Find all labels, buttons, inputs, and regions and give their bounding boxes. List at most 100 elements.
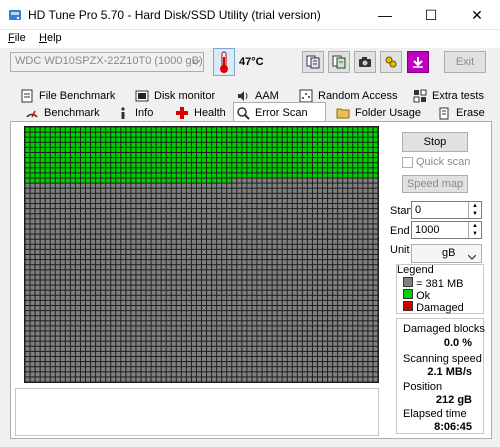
scan-block-ok xyxy=(91,137,96,142)
tab-folder-usage[interactable]: Folder Usage xyxy=(334,104,421,121)
close-button[interactable]: ✕ xyxy=(454,0,500,30)
scan-block-unscanned xyxy=(141,346,146,351)
options-icon[interactable] xyxy=(380,51,402,73)
scan-block-unscanned xyxy=(207,229,212,234)
scan-block-ok xyxy=(181,132,186,137)
scan-block-unscanned xyxy=(207,255,212,260)
scan-block-ok xyxy=(373,147,378,152)
scan-block-unscanned xyxy=(55,306,60,311)
speed-map-button[interactable]: Speed map xyxy=(402,175,468,193)
maximize-button[interactable]: ☐ xyxy=(408,0,454,30)
scan-block-ok xyxy=(146,132,151,137)
scan-block-unscanned xyxy=(161,321,166,326)
scan-block-ok xyxy=(302,153,307,158)
scan-block-unscanned xyxy=(181,239,186,244)
tab-benchmark[interactable]: Benchmark xyxy=(23,104,100,121)
scan-block-unscanned xyxy=(141,204,146,209)
scan-block-unscanned xyxy=(373,290,378,295)
quick-scan-checkbox[interactable] xyxy=(402,157,413,168)
scan-block-unscanned xyxy=(60,219,65,224)
scan-block-unscanned xyxy=(348,346,353,351)
scan-block-unscanned xyxy=(121,377,126,382)
tab-error-scan[interactable]: Error Scan xyxy=(233,102,326,122)
spin-down-icon[interactable]: ▼ xyxy=(468,210,481,218)
copy-info-icon[interactable] xyxy=(302,51,324,73)
menu-file[interactable]: File xyxy=(8,32,26,44)
scan-block-ok xyxy=(328,127,333,132)
scan-block-unscanned xyxy=(333,351,338,356)
scan-block-unscanned xyxy=(373,214,378,219)
scan-block-unscanned xyxy=(171,234,176,239)
scan-block-unscanned xyxy=(282,219,287,224)
scan-block-unscanned xyxy=(70,234,75,239)
scan-block-unscanned xyxy=(30,275,35,280)
scan-block-unscanned xyxy=(353,362,358,367)
scan-block-unscanned xyxy=(106,219,111,224)
scan-block-unscanned xyxy=(186,260,191,265)
scan-block-ok xyxy=(212,132,217,137)
scan-block-unscanned xyxy=(247,336,252,341)
scan-block-unscanned xyxy=(232,249,237,254)
file-benchmark-icon xyxy=(20,89,34,103)
minimize-button[interactable]: — xyxy=(362,0,408,30)
scan-block-ok xyxy=(247,137,252,142)
scan-block-unscanned xyxy=(227,270,232,275)
tab-info[interactable]: Info xyxy=(114,104,153,121)
scan-block-ok xyxy=(40,142,45,147)
scan-block-ok xyxy=(176,158,181,163)
scan-block-unscanned xyxy=(247,321,252,326)
tab-health[interactable]: Health xyxy=(173,104,226,121)
scan-block-unscanned xyxy=(75,372,80,377)
scan-block-ok xyxy=(151,142,156,147)
tab-extra-tests[interactable]: Extra tests xyxy=(411,87,484,104)
scan-block-unscanned xyxy=(257,209,262,214)
scan-block-unscanned xyxy=(323,224,328,229)
spin-down-icon[interactable]: ▼ xyxy=(468,230,481,238)
scan-block-ok xyxy=(166,142,171,147)
scan-block-unscanned xyxy=(237,198,242,203)
scan-block-ok xyxy=(287,173,292,178)
scan-block-unscanned xyxy=(232,214,237,219)
tab-file-benchmark[interactable]: File Benchmark xyxy=(18,87,115,104)
scan-block-unscanned xyxy=(328,270,333,275)
download-icon[interactable] xyxy=(407,51,429,73)
tab-disk-monitor[interactable]: Disk monitor xyxy=(133,87,215,104)
exit-button[interactable]: Exit xyxy=(444,51,486,73)
save-icon[interactable] xyxy=(328,51,350,73)
scan-block-unscanned xyxy=(126,209,131,214)
scan-block-unscanned xyxy=(328,234,333,239)
scan-block-unscanned xyxy=(30,265,35,270)
spin-up-icon[interactable]: ▲ xyxy=(468,202,481,210)
screenshot-icon[interactable] xyxy=(354,51,376,73)
drive-select[interactable]: WDC WD10SPZX-22Z10T0 (1000 gB) xyxy=(10,52,204,72)
scan-block-unscanned xyxy=(363,295,368,300)
scan-block-unscanned xyxy=(353,280,358,285)
scan-block-unscanned xyxy=(292,204,297,209)
unit-select[interactable]: gB xyxy=(411,244,482,263)
scan-block-unscanned xyxy=(312,362,317,367)
scan-block-unscanned xyxy=(116,234,121,239)
menu-help[interactable]: Help xyxy=(39,32,62,44)
scan-block-ok xyxy=(161,158,166,163)
scan-block-unscanned xyxy=(91,285,96,290)
scan-block-unscanned xyxy=(257,321,262,326)
scan-block-ok xyxy=(237,132,242,137)
spin-up-icon[interactable]: ▲ xyxy=(468,222,481,230)
scan-block-unscanned xyxy=(247,209,252,214)
scan-block-unscanned xyxy=(302,372,307,377)
scan-block-ok xyxy=(136,153,141,158)
scan-block-unscanned xyxy=(176,224,181,229)
scan-block-unscanned xyxy=(237,239,242,244)
scan-block-unscanned xyxy=(207,219,212,224)
chevron-down-icon[interactable] xyxy=(187,52,204,72)
start-field[interactable]: 0 ▲ ▼ xyxy=(411,201,482,219)
scan-block-unscanned xyxy=(40,183,45,188)
scan-block-unscanned xyxy=(358,183,363,188)
tab-erase[interactable]: Erase xyxy=(435,104,485,121)
scan-block-unscanned xyxy=(65,300,70,305)
stop-button[interactable]: Stop xyxy=(402,132,468,152)
scan-block-unscanned xyxy=(247,311,252,316)
end-field[interactable]: 1000 ▲ ▼ xyxy=(411,221,482,239)
scan-block-unscanned xyxy=(86,244,91,249)
scan-block-unscanned xyxy=(348,377,353,382)
